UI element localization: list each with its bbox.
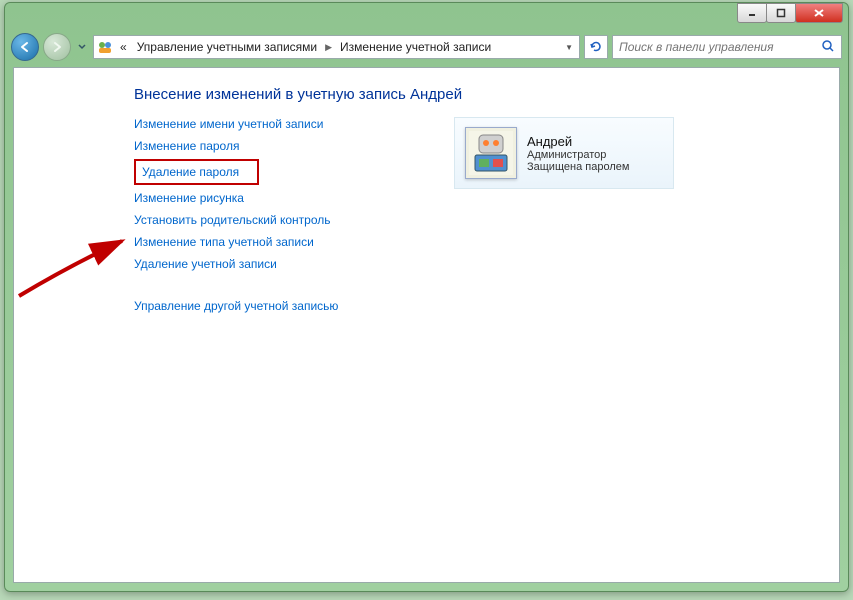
breadcrumb-prefix[interactable]: « [116, 40, 131, 54]
link-spacer [134, 279, 394, 291]
close-button[interactable] [795, 3, 843, 23]
breadcrumb-dropdown[interactable]: ▼ [561, 43, 577, 52]
window-controls [738, 3, 843, 23]
avatar [465, 127, 517, 179]
forward-arrow-icon [50, 40, 64, 54]
link-change-name[interactable]: Изменение имени учетной записи [134, 117, 323, 131]
chevron-down-icon [78, 44, 86, 50]
titlebar [5, 3, 848, 31]
minimize-button[interactable] [737, 3, 767, 23]
main-content: Изменение имени учетной записи Изменение… [14, 117, 839, 313]
link-delete-account[interactable]: Удаление учетной записи [134, 257, 277, 271]
search-icon[interactable] [821, 39, 835, 56]
back-button[interactable] [11, 33, 39, 61]
maximize-button[interactable] [766, 3, 796, 23]
control-panel-window: « Управление учетными записями ▶ Изменен… [4, 2, 849, 592]
user-role: Администратор [527, 149, 629, 161]
content-area: Внесение изменений в учетную запись Андр… [13, 67, 840, 583]
link-delete-password[interactable]: Удаление пароля [134, 159, 259, 185]
breadcrumb-separator: ▶ [323, 42, 334, 53]
breadcrumb-item-change[interactable]: Изменение учетной записи [336, 40, 495, 54]
robot-avatar-icon [469, 131, 513, 175]
link-change-password[interactable]: Изменение пароля [134, 139, 239, 153]
refresh-icon [589, 40, 603, 54]
close-icon [813, 8, 825, 18]
maximize-icon [776, 8, 786, 18]
page-title: Внесение изменений в учетную запись Андр… [14, 68, 839, 117]
link-parental-control[interactable]: Установить родительский контроль [134, 213, 331, 227]
search-input[interactable] [619, 40, 821, 54]
user-name: Андрей [527, 134, 629, 149]
minimize-icon [747, 8, 757, 18]
user-accounts-icon [96, 38, 114, 56]
breadcrumb-item-accounts[interactable]: Управление учетными записями [133, 40, 321, 54]
history-dropdown[interactable] [75, 36, 89, 58]
link-change-type[interactable]: Изменение типа учетной записи [134, 235, 314, 249]
user-status: Защищена паролем [527, 161, 629, 173]
search-box[interactable] [612, 35, 842, 59]
link-change-picture[interactable]: Изменение рисунка [134, 191, 244, 205]
user-info: Андрей Администратор Защищена паролем [527, 134, 629, 173]
back-arrow-icon [18, 40, 32, 54]
link-manage-other[interactable]: Управление другой учетной записью [134, 299, 338, 313]
navigation-bar: « Управление учетными записями ▶ Изменен… [5, 31, 848, 63]
refresh-button[interactable] [584, 35, 608, 59]
action-links-column: Изменение имени учетной записи Изменение… [134, 117, 394, 313]
breadcrumb[interactable]: « Управление учетными записями ▶ Изменен… [93, 35, 580, 59]
user-card: Андрей Администратор Защищена паролем [454, 117, 674, 189]
forward-button[interactable] [43, 33, 71, 61]
